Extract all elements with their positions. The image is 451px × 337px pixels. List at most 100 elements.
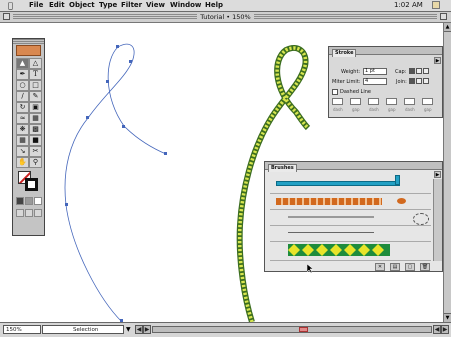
document-title-bar[interactable]: Tutorial • 150% [0, 12, 451, 23]
toolbox-title-bar[interactable] [13, 39, 44, 44]
menu-object[interactable]: Object [69, 1, 95, 10]
horizontal-scrollbar[interactable] [152, 326, 432, 333]
menu-edit[interactable]: Edit [49, 1, 65, 10]
gradient-mode-icon[interactable] [25, 197, 33, 205]
remove-brush-stroke-button[interactable]: ✕ [375, 263, 385, 271]
menu-help[interactable]: Help [205, 1, 223, 10]
type-tool-icon[interactable]: T [29, 69, 42, 80]
vertical-scrollbar[interactable]: ▲ ▼ [443, 23, 451, 322]
pencil-tool-icon[interactable]: ✎ [29, 91, 42, 102]
mouse-cursor-icon [307, 264, 313, 273]
menubar-clock: 1:02 AM [394, 1, 423, 9]
dashed-line-checkbox[interactable] [332, 89, 338, 95]
orange-ellipse-brush [397, 198, 406, 204]
dashed-line-label: Dashed Line [340, 89, 371, 95]
scatter-brush-icon[interactable] [413, 213, 429, 225]
application-icon[interactable] [432, 1, 440, 9]
warp-tool-icon[interactable]: ≈ [16, 113, 29, 124]
miter-join-button[interactable] [409, 78, 415, 84]
dash-label-3: dash [405, 107, 415, 112]
scroll-left-arrow[interactable]: ◀ [135, 325, 143, 334]
weight-label: Weight: [341, 69, 361, 75]
dash-field-3[interactable] [404, 98, 415, 105]
eyedropper-tool-icon[interactable]: ↘ [16, 146, 29, 157]
brushes-scrollbar[interactable] [433, 179, 442, 261]
brush-row[interactable] [270, 175, 431, 194]
scroll-left-arrow-end[interactable]: ◀ [433, 325, 441, 334]
brushes-menu-arrow-icon[interactable]: ▶ [434, 171, 441, 178]
round-cap-button[interactable] [416, 68, 422, 74]
menu-file[interactable]: File [29, 1, 43, 10]
adobe-logo-icon[interactable] [16, 45, 41, 56]
gap-field-2[interactable] [386, 98, 397, 105]
scissors-tool-icon[interactable]: ✂ [29, 146, 42, 157]
brushes-palette: Brushes ▶ ✕ ▤ ▢ 🗑 [264, 161, 443, 272]
graph-tool-icon[interactable]: ▩ [29, 124, 42, 135]
status-mode-field[interactable]: Selection [42, 325, 124, 334]
gradient-tool-icon[interactable]: ■ [29, 135, 42, 146]
stroke-swatch-icon[interactable] [25, 178, 38, 191]
gap-field-3[interactable] [422, 98, 433, 105]
free-transform-tool-icon[interactable]: ▦ [29, 113, 42, 124]
horizontal-scroll-thumb[interactable] [299, 327, 308, 332]
delete-brush-button[interactable]: 🗑 [420, 263, 430, 271]
rectangle-tool-icon[interactable]: □ [29, 80, 42, 91]
symbol-sprayer-tool-icon[interactable]: ❋ [16, 124, 29, 135]
pen-tool-icon[interactable]: ✒ [16, 69, 29, 80]
brushes-tab[interactable]: Brushes [268, 164, 297, 172]
scale-tool-icon[interactable]: ▣ [29, 102, 42, 113]
weight-field[interactable]: 1 pt [363, 68, 387, 75]
zoom-tool-icon[interactable]: ⚲ [29, 157, 42, 168]
gap-field-1[interactable] [350, 98, 361, 105]
menu-view[interactable]: View [146, 1, 165, 10]
menu-window[interactable]: Window [170, 1, 201, 10]
mesh-tool-icon[interactable]: ▦ [16, 135, 29, 146]
menu-filter[interactable]: Filter [121, 1, 142, 10]
options-of-selected-object-button[interactable]: ▤ [390, 263, 400, 271]
zoom-box[interactable] [440, 13, 447, 20]
brush-row[interactable] [270, 242, 431, 261]
miter-limit-field[interactable]: 4 [363, 78, 387, 85]
screen-mode-full-menu-icon[interactable] [25, 209, 33, 217]
brush-row[interactable] [270, 210, 431, 226]
palette-menu-arrow-icon[interactable]: ▶ [434, 57, 441, 64]
projecting-cap-button[interactable] [423, 68, 429, 74]
scroll-up-arrow[interactable]: ▲ [444, 23, 451, 32]
dash-field-1[interactable] [332, 98, 343, 105]
selected-path[interactable] [64, 43, 167, 322]
brush-row[interactable] [270, 194, 431, 210]
document-title: Tutorial • 150% [197, 13, 254, 21]
direct-selection-tool-icon[interactable]: △ [29, 58, 42, 69]
none-mode-icon[interactable] [34, 197, 42, 205]
anchor-points[interactable] [65, 45, 167, 322]
color-mode-icon[interactable] [16, 197, 24, 205]
screen-mode-standard-icon[interactable] [16, 209, 24, 217]
zoom-level-field[interactable]: 150% [3, 325, 41, 334]
art-brush-line [288, 232, 374, 233]
dash-label-2: dash [369, 107, 379, 112]
rotate-tool-icon[interactable]: ↻ [16, 102, 29, 113]
apple-menu-icon[interactable]:  [8, 1, 13, 10]
yellow-diamonds [288, 244, 384, 256]
round-join-button[interactable] [416, 78, 422, 84]
gap-label-3: gap [424, 107, 432, 112]
paintbrush-tool-icon[interactable]: ∕ [16, 91, 29, 102]
hand-tool-icon[interactable]: ✋ [16, 157, 29, 168]
dash-field-2[interactable] [368, 98, 379, 105]
scroll-down-arrow[interactable]: ▼ [444, 313, 451, 322]
ellipse-tool-icon[interactable]: ○ [16, 80, 29, 91]
dash-label-1: dash [333, 107, 343, 112]
menu-type[interactable]: Type [99, 1, 117, 10]
calligraphic-brush-line [288, 216, 374, 218]
orange-chevron-brush [276, 198, 382, 205]
new-brush-button[interactable]: ▢ [405, 263, 415, 271]
screen-mode-full-icon[interactable] [34, 209, 42, 217]
scroll-right-arrow-small[interactable]: ▶ [143, 325, 151, 334]
bevel-join-button[interactable] [423, 78, 429, 84]
status-menu-arrow-icon[interactable]: ▼ [126, 326, 131, 334]
stroke-tab[interactable]: Stroke [332, 49, 357, 57]
selection-tool-icon[interactable]: ▲ [16, 58, 29, 69]
brush-row[interactable] [270, 226, 431, 242]
butt-cap-button[interactable] [409, 68, 415, 74]
scroll-right-arrow[interactable]: ▶ [441, 325, 449, 334]
